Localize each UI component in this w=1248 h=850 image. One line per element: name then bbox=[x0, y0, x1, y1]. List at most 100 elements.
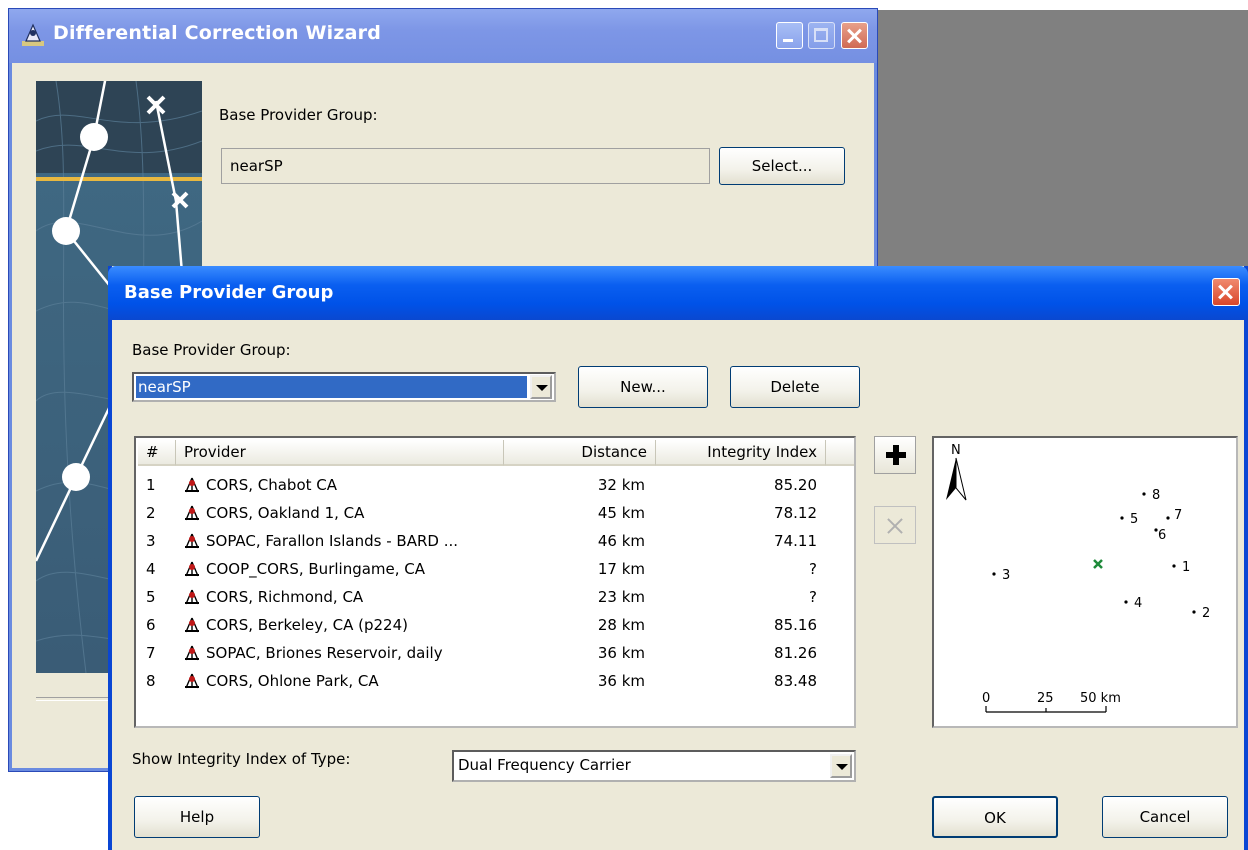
base-provider-group-dropdown[interactable]: nearSP bbox=[132, 372, 556, 402]
add-provider-button[interactable] bbox=[874, 436, 916, 474]
station-dot bbox=[1124, 600, 1128, 604]
provider-distance: 32 km bbox=[597, 476, 645, 494]
wizard-app-icon bbox=[22, 23, 44, 46]
dialog-close-button[interactable] bbox=[1212, 278, 1240, 306]
table-row[interactable]: 5 CORS, Richmond, CA 23 km? bbox=[138, 584, 854, 610]
column-header-integrity-index[interactable]: Integrity Index bbox=[656, 440, 826, 466]
station-dot bbox=[1166, 516, 1170, 520]
select-button[interactable]: Select... bbox=[719, 147, 845, 185]
wizard-close-button[interactable] bbox=[841, 22, 868, 49]
station-dot bbox=[1192, 610, 1196, 614]
station-label: 2 bbox=[1202, 606, 1210, 621]
provider-name: COOP_CORS, Burlingame, CA bbox=[206, 560, 426, 578]
provider-integrity-index: 78.12 bbox=[774, 504, 817, 522]
integrity-index-type-label: Show Integrity Index of Type: bbox=[132, 750, 351, 768]
dialog-title-bar[interactable]: Base Provider Group bbox=[108, 266, 1248, 320]
integrity-index-type-value: Dual Frequency Carrier bbox=[458, 756, 631, 774]
gps-base-station-icon bbox=[185, 477, 199, 493]
wizard-base-provider-group-label: Base Provider Group: bbox=[219, 106, 378, 124]
ok-button[interactable]: OK bbox=[932, 796, 1058, 838]
chevron-down-icon[interactable] bbox=[830, 754, 852, 778]
provider-distance: 28 km bbox=[597, 616, 645, 634]
wizard-title: Differential Correction Wizard bbox=[53, 22, 382, 44]
provider-map: N 1 2 3 4 5 678 0 25 50 km bbox=[932, 436, 1238, 728]
column-header-filler bbox=[826, 440, 854, 466]
station-label: 1 bbox=[1182, 560, 1190, 575]
scale-label-0: 0 bbox=[982, 691, 990, 706]
cancel-button[interactable]: Cancel bbox=[1102, 796, 1228, 838]
provider-distance: 45 km bbox=[597, 504, 645, 522]
gps-base-station-icon bbox=[185, 505, 199, 521]
gps-base-station-icon bbox=[185, 589, 199, 605]
provider-integrity-index: 83.48 bbox=[774, 672, 817, 690]
station-label: 8 bbox=[1152, 488, 1160, 503]
column-header-number[interactable]: # bbox=[138, 440, 176, 466]
gps-base-station-icon bbox=[185, 533, 199, 549]
provider-name: SOPAC, Farallon Islands - BARD ... bbox=[206, 532, 458, 550]
provider-integrity-index: 81.26 bbox=[774, 644, 817, 662]
provider-integrity-index: 85.20 bbox=[774, 476, 817, 494]
provider-integrity-index: 85.16 bbox=[774, 616, 817, 634]
provider-distance: 36 km bbox=[597, 644, 645, 662]
wizard-title-bar[interactable]: Differential Correction Wizard bbox=[9, 9, 877, 63]
station-label: 4 bbox=[1134, 596, 1142, 611]
table-row[interactable]: 3 SOPAC, Farallon Islands - BARD ... 46 km… bbox=[138, 528, 854, 554]
provider-name: CORS, Oakland 1, CA bbox=[206, 504, 365, 522]
screen-background-bottom bbox=[0, 770, 112, 850]
provider-list[interactable]: # Provider Distance Integrity Index 1 COR… bbox=[134, 436, 856, 728]
column-header-provider[interactable]: Provider bbox=[176, 440, 504, 466]
station-label: 3 bbox=[1002, 568, 1010, 583]
table-row[interactable]: 2 CORS, Oakland 1, CA 45 km 78.12 bbox=[138, 500, 854, 526]
provider-name: CORS, Ohlone Park, CA bbox=[206, 672, 379, 690]
delete-group-button[interactable]: Delete bbox=[730, 366, 860, 408]
provider-integrity-index: ? bbox=[809, 588, 817, 606]
station-points: 1 2 3 4 5 678 bbox=[992, 488, 1210, 621]
provider-integrity-index: 74.11 bbox=[774, 532, 817, 550]
dialog-title: Base Provider Group bbox=[124, 282, 334, 303]
gps-base-station-icon bbox=[185, 645, 199, 661]
table-row[interactable]: 4 COOP_CORS, Burlingame, CA 17 km? bbox=[138, 556, 854, 582]
provider-map-canvas: N 1 2 3 4 5 678 0 25 50 km bbox=[946, 443, 1210, 713]
table-row[interactable]: 6 CORS, Berkeley, CA (p224) 28 km 85.16 bbox=[138, 612, 854, 638]
remove-provider-button bbox=[874, 506, 916, 544]
provider-distance: 17 km bbox=[597, 560, 645, 578]
provider-name: CORS, Chabot CA bbox=[206, 476, 338, 494]
row-number: 4 bbox=[146, 560, 156, 578]
table-row[interactable]: 1 CORS, Chabot CA 32 km 85.20 bbox=[138, 472, 854, 498]
provider-distance: 23 km bbox=[597, 588, 645, 606]
station-dot bbox=[992, 572, 996, 576]
station-dot bbox=[1142, 492, 1146, 496]
wizard-base-provider-group-field: nearSP bbox=[221, 148, 710, 184]
minimize-button[interactable] bbox=[776, 22, 803, 49]
scale-bar: 0 25 50 km bbox=[982, 691, 1121, 713]
row-number: 8 bbox=[146, 672, 156, 690]
provider-distance: 36 km bbox=[597, 672, 645, 690]
gps-base-station-icon bbox=[185, 673, 199, 689]
provider-name: SOPAC, Briones Reservoir, daily bbox=[206, 644, 443, 662]
row-number: 3 bbox=[146, 532, 156, 550]
provider-name: CORS, Richmond, CA bbox=[206, 588, 364, 606]
rover-position-marker bbox=[1093, 559, 1103, 569]
column-header-distance[interactable]: Distance bbox=[504, 440, 656, 466]
gps-base-station-icon bbox=[185, 617, 199, 633]
base-provider-group-dialog: Base Provider Group Base Provider Group:… bbox=[108, 266, 1248, 850]
table-row[interactable]: 7 SOPAC, Briones Reservoir, daily 36 km 81.… bbox=[138, 640, 854, 666]
gps-base-station-icon bbox=[185, 561, 199, 577]
provider-distance: 46 km bbox=[597, 532, 645, 550]
station-label: 5 bbox=[1130, 512, 1138, 527]
base-provider-group-selected-value: nearSP bbox=[136, 376, 527, 398]
row-number: 2 bbox=[146, 504, 156, 522]
help-button[interactable]: Help bbox=[134, 796, 260, 838]
maximize-button[interactable] bbox=[808, 22, 835, 49]
provider-integrity-index: ? bbox=[809, 560, 817, 578]
north-arrow-icon bbox=[946, 457, 967, 501]
station-dot bbox=[1172, 564, 1176, 568]
north-label: N bbox=[951, 443, 961, 458]
table-row[interactable]: 8 CORS, Ohlone Park, CA 36 km 83.48 bbox=[138, 668, 854, 694]
chevron-down-icon[interactable] bbox=[530, 375, 552, 399]
row-number: 7 bbox=[146, 644, 156, 662]
new-group-button[interactable]: New... bbox=[578, 366, 708, 408]
scale-label-50: 50 km bbox=[1080, 691, 1121, 706]
row-number: 5 bbox=[146, 588, 156, 606]
integrity-index-type-dropdown[interactable]: Dual Frequency Carrier bbox=[452, 750, 856, 782]
